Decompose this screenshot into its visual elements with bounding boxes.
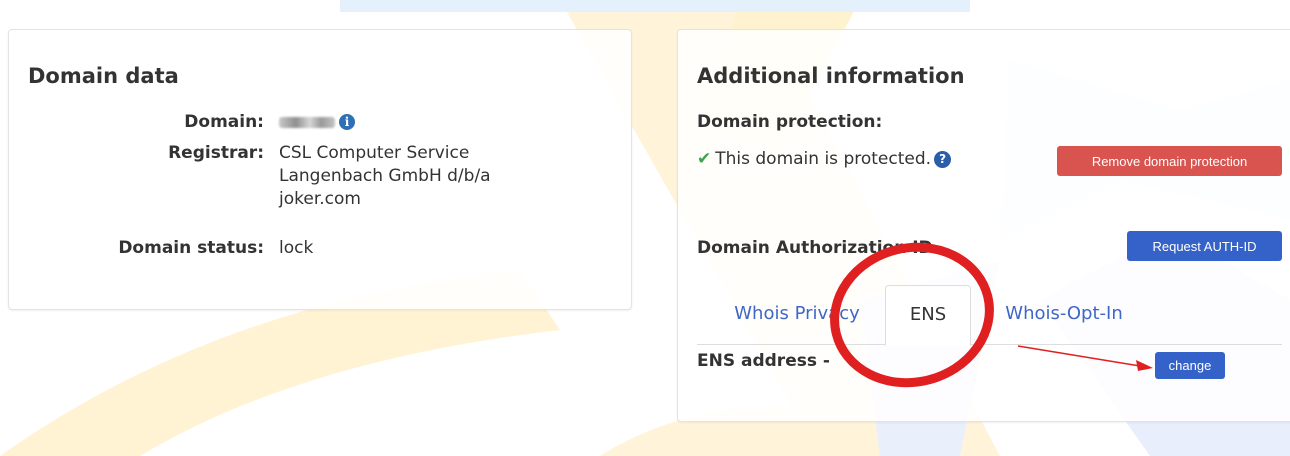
additional-information-title: Additional information xyxy=(697,64,965,88)
ens-address-label: ENS address - xyxy=(697,351,830,371)
tab-ens[interactable]: ENS xyxy=(885,285,971,346)
question-circle-icon[interactable]: ? xyxy=(934,150,952,168)
request-auth-id-button[interactable]: Request AUTH-ID xyxy=(1127,231,1282,261)
domain-row: Domain: i xyxy=(9,111,609,135)
domain-data-panel: Domain data Domain: i Registrar: CSL Com… xyxy=(8,29,632,310)
info-circle-icon[interactable]: i xyxy=(339,114,355,130)
blurred-domain-name xyxy=(279,116,335,128)
remove-domain-protection-button[interactable]: Remove domain protection xyxy=(1057,146,1282,176)
domain-status-value: lock xyxy=(279,238,314,258)
domain-status-row: Domain status: lock xyxy=(9,237,609,261)
change-ens-button[interactable]: change xyxy=(1155,352,1225,379)
domain-data-title: Domain data xyxy=(28,64,179,88)
check-icon: ✔ xyxy=(697,149,712,169)
protection-status: ✔ This domain is protected.? xyxy=(697,149,952,169)
domain-protection-label: Domain protection: xyxy=(697,112,883,132)
registrar-row: Registrar: CSL Computer Service Langenba… xyxy=(9,142,609,214)
tab-whois-opt-in[interactable]: Whois-Opt-In xyxy=(979,285,1149,343)
domain-options-tabs: Whois Privacy ENS Whois-Opt-In xyxy=(697,285,1282,346)
registrar-key: Registrar: xyxy=(168,143,264,163)
top-notice-strip xyxy=(340,0,970,12)
domain-status-key: Domain status: xyxy=(118,238,264,258)
protection-status-text: This domain is protected. xyxy=(715,149,932,169)
domain-value: i xyxy=(279,111,539,134)
domain-authorization-label: Domain Authorization ID xyxy=(697,238,933,258)
additional-information-panel: Additional information Domain protection… xyxy=(677,29,1290,422)
domain-key: Domain: xyxy=(184,112,264,132)
registrar-value: CSL Computer Service Langenbach GmbH d/b… xyxy=(279,143,491,209)
tab-whois-privacy[interactable]: Whois Privacy xyxy=(697,285,897,343)
